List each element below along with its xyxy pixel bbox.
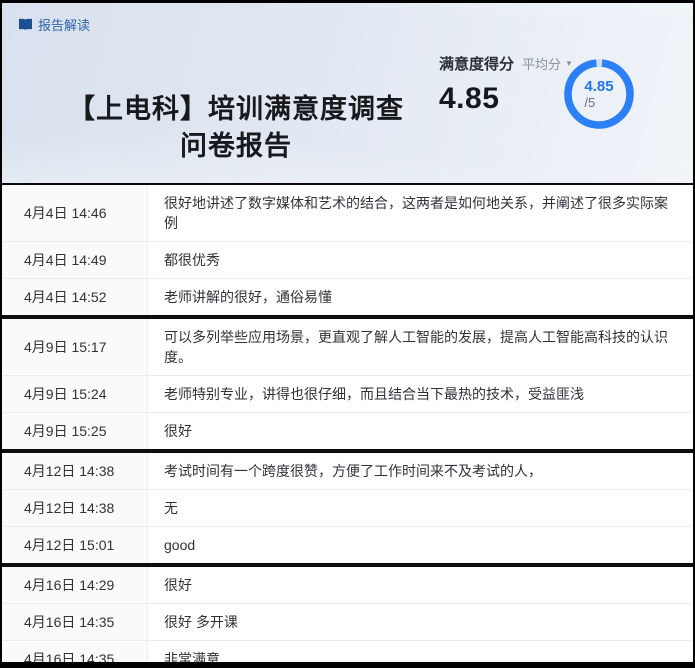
comment-cell: 很好: [148, 413, 693, 449]
report-header: 报告解读 【上电科】培训满意度调查 问卷报告 满意度得分 平均分 ▼ 4.85: [2, 3, 693, 185]
score-mode-label: 平均分: [522, 54, 561, 73]
report-window: 报告解读 【上电科】培训满意度调查 问卷报告 满意度得分 平均分 ▼ 4.85: [0, 0, 695, 668]
comment-cell: 很好: [148, 567, 693, 603]
gauge-center-label: 4.85 /5: [563, 58, 635, 130]
time-cell: 4月4日 14:49: [2, 242, 148, 278]
table-row: 4月4日 14:49都很优秀: [2, 241, 693, 278]
table-row: 4月12日 14:38考试时间有一个跨度很赞，方便了工作时间来不及考试的人，: [2, 453, 693, 489]
gauge-value: 4.85: [584, 78, 613, 95]
score-value: 4.85: [439, 82, 573, 116]
comment-cell: 可以多列举些应用场景，更直观了解人工智能的发展，提高人工智能高科技的认识度。: [148, 319, 693, 375]
table-row: 4月12日 15:01good: [2, 526, 693, 563]
time-cell: 4月9日 15:24: [2, 376, 148, 412]
satisfaction-gauge: 4.85 /5: [563, 58, 635, 130]
comment-cell: 都很优秀: [148, 242, 693, 278]
page-title-line1: 【上电科】培训满意度调查: [30, 91, 442, 128]
table-section: 4月12日 14:38考试时间有一个跨度很赞，方便了工作时间来不及考试的人，4月…: [2, 449, 693, 563]
table-row: 4月9日 15:25很好: [2, 412, 693, 449]
comments-table: 4月4日 14:46很好地讲述了数字媒体和艺术的结合，这两者是如何地关系，并阐述…: [2, 185, 693, 668]
open-book-icon: [18, 18, 33, 31]
table-row: 4月16日 14:29很好: [2, 567, 693, 603]
table-row: 4月16日 14:35非常满意: [2, 640, 693, 668]
table-row: 4月12日 14:38无: [2, 489, 693, 526]
table-row: 4月9日 15:17可以多列举些应用场景，更直观了解人工智能的发展，提高人工智能…: [2, 319, 693, 375]
comment-cell: 非常满意: [148, 641, 693, 668]
page-title-line2: 问卷报告: [30, 128, 442, 165]
table-row: 4月9日 15:24老师特别专业，讲得也很仔细，而且结合当下最热的技术，受益匪浅: [2, 375, 693, 412]
time-cell: 4月4日 14:46: [2, 185, 148, 241]
report-interpretation-link[interactable]: 报告解读: [18, 15, 90, 34]
table-row: 4月4日 14:46很好地讲述了数字媒体和艺术的结合，这两者是如何地关系，并阐述…: [2, 185, 693, 241]
table-row: 4月4日 14:52老师讲解的很好，通俗易懂: [2, 278, 693, 315]
comment-cell: 很好地讲述了数字媒体和艺术的结合，这两者是如何地关系，并阐述了很多实际案例: [148, 185, 693, 241]
page-title: 【上电科】培训满意度调查 问卷报告: [30, 91, 442, 165]
score-label: 满意度得分: [439, 53, 514, 74]
table-section: 4月4日 14:46很好地讲述了数字媒体和艺术的结合，这两者是如何地关系，并阐述…: [2, 185, 693, 315]
comment-cell: 老师特别专业，讲得也很仔细，而且结合当下最热的技术，受益匪浅: [148, 376, 693, 412]
comment-cell: 考试时间有一个跨度很赞，方便了工作时间来不及考试的人，: [148, 453, 693, 489]
time-cell: 4月16日 14:35: [2, 641, 148, 668]
time-cell: 4月12日 14:38: [2, 453, 148, 489]
table-row: 4月16日 14:35很好 多开课: [2, 603, 693, 640]
comment-cell: good: [148, 527, 693, 563]
comment-cell: 很好 多开课: [148, 604, 693, 640]
time-cell: 4月9日 15:17: [2, 319, 148, 375]
table-section: 4月16日 14:29很好4月16日 14:35很好 多开课4月16日 14:3…: [2, 563, 693, 668]
time-cell: 4月16日 14:35: [2, 604, 148, 640]
time-cell: 4月9日 15:25: [2, 413, 148, 449]
comment-cell: 老师讲解的很好，通俗易懂: [148, 279, 693, 315]
time-cell: 4月4日 14:52: [2, 279, 148, 315]
satisfaction-score-block: 满意度得分 平均分 ▼ 4.85: [439, 53, 573, 116]
time-cell: 4月16日 14:29: [2, 567, 148, 603]
table-section: 4月9日 15:17可以多列举些应用场景，更直观了解人工智能的发展，提高人工智能…: [2, 315, 693, 449]
nav-label: 报告解读: [38, 15, 90, 34]
gauge-max: /5: [584, 95, 595, 111]
time-cell: 4月12日 15:01: [2, 527, 148, 563]
time-cell: 4月12日 14:38: [2, 490, 148, 526]
comment-cell: 无: [148, 490, 693, 526]
